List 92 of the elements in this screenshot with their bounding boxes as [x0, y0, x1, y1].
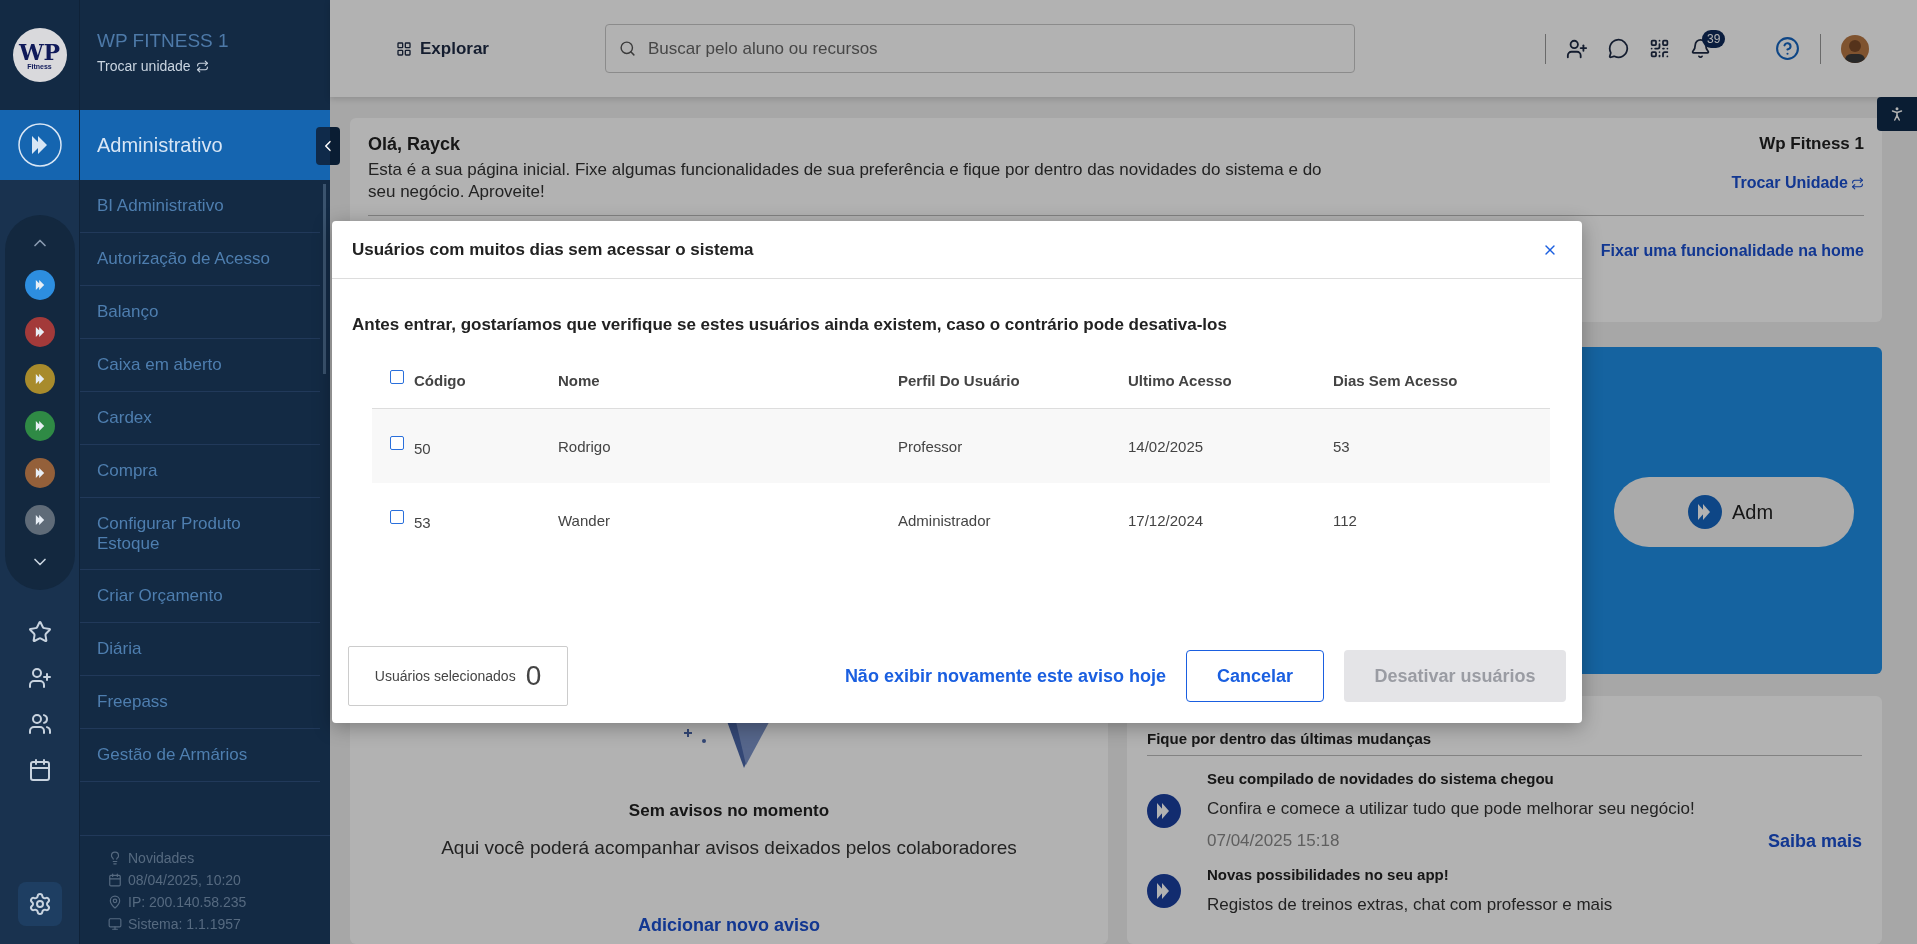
column-header: Dias Sem Acesso: [1333, 372, 1459, 389]
switch-unit-link[interactable]: Trocar unidade: [97, 58, 313, 74]
table-cell-text: 17/12/2024: [1128, 511, 1205, 529]
collapse-button[interactable]: [316, 127, 340, 165]
notification-badge: 39: [1702, 30, 1726, 48]
table-cell: 50: [414, 439, 431, 457]
calendar-icon[interactable]: [27, 758, 52, 782]
column-header: Ultimo Acesso: [1128, 372, 1233, 389]
module-icon: [1688, 495, 1722, 529]
module-dot[interactable]: [24, 270, 55, 300]
monitor-icon: [108, 917, 122, 931]
menu-item[interactable]: Diária: [80, 623, 320, 677]
settings-icon: [27, 892, 52, 916]
news-date: 07/04/2025 15:18: [1207, 831, 1340, 852]
notices-title: Sem avisos no momento: [628, 801, 830, 821]
selected-count: 0: [525, 660, 542, 692]
module-dot[interactable]: [24, 411, 55, 441]
help-icon[interactable]: [1775, 36, 1800, 61]
module-dot[interactable]: [24, 458, 55, 488]
swap-icon: [195, 59, 209, 73]
module-dot[interactable]: [24, 364, 55, 394]
welcome-text: Esta é a sua página inicial. Fixe algumas funcionalidades de sua preferência e fique por dentro das novidades do sistema e do seu negócio. Aproveite!: [368, 159, 1323, 204]
search-field[interactable]: Buscar pelo aluno ou recursos: [605, 24, 1355, 73]
swap-icon: [1851, 176, 1864, 190]
calendar-icon: [108, 873, 122, 887]
qr-code-icon[interactable]: [1649, 38, 1670, 59]
map-pin-icon: [108, 895, 122, 909]
table-cell-text: Wander: [558, 511, 611, 529]
menu-item[interactable]: Criar Orçamento: [80, 570, 320, 624]
column-header: Código: [414, 372, 466, 389]
switch-unit-link[interactable]: Trocar Unidade: [1731, 174, 1864, 192]
table-cell-text: Rodrigo: [558, 437, 612, 455]
notices-text: Aqui você poderá acompanhar avisos deixados pelos colaboradores: [441, 837, 1017, 859]
table-cell: 53: [414, 513, 431, 531]
lightbulb-icon: [108, 851, 122, 865]
users-icon[interactable]: [27, 712, 52, 736]
menu-item[interactable]: Cardex: [80, 392, 320, 445]
unit-name: WP FITNESS 1: [97, 30, 230, 52]
news-item-text: Confira e comece a utilizar tudo que pode melhorar seu negócio!: [1207, 799, 1696, 819]
menu-item[interactable]: Freepass: [80, 676, 320, 730]
pin-feature-link[interactable]: Fixar uma funcionalidade na home: [1600, 242, 1864, 261]
module-icon: [1147, 794, 1181, 828]
module-dot[interactable]: [24, 317, 55, 347]
menu-item[interactable]: Caixa em aberto: [80, 339, 320, 392]
menu-section-title[interactable]: Administrativo: [80, 110, 330, 180]
table-cell-text: Administrador: [898, 511, 992, 529]
star-icon[interactable]: [27, 620, 52, 644]
footer-text: IP: 200.140.58.235: [128, 894, 247, 910]
chat-icon[interactable]: [1608, 38, 1629, 59]
table-cell-text: 112: [1333, 511, 1358, 529]
user-plus-icon[interactable]: [1566, 37, 1588, 60]
settings-button[interactable]: [17, 882, 62, 926]
grid-icon: [396, 40, 412, 57]
news-item-title: Novas possibilidades no seu app!: [1207, 866, 1450, 883]
user-avatar[interactable]: [1841, 34, 1869, 63]
footer-text: 08/04/2025, 10:20: [128, 872, 241, 888]
select-all-checkbox[interactable]: [390, 369, 404, 384]
menu-item[interactable]: Configurar Produto Estoque: [80, 498, 320, 571]
menu-item[interactable]: Autorização de Acesso: [80, 233, 320, 286]
row-checkbox[interactable]: [390, 436, 404, 450]
greeting: Olá, Rayck: [368, 134, 462, 155]
accessibility-button[interactable]: [1877, 97, 1917, 131]
news-item-text: Registos de treinos extras, chat com professor e mais: [1207, 895, 1614, 915]
dialog-intro: Antes entrar, gostaríamos que verifique se estes usuários ainda existem, caso o contrário pode desativa-los: [352, 315, 1228, 335]
role-chip[interactable]: Adm: [1614, 477, 1854, 547]
add-notice-link[interactable]: Adicionar novo aviso: [637, 915, 820, 936]
table-cell-text: Professor: [898, 437, 964, 455]
read-more-link[interactable]: Saiba mais: [1767, 831, 1862, 852]
menu-item[interactable]: Gestão de Armários: [80, 729, 320, 783]
table-cell-text: 14/02/2025: [1128, 437, 1205, 455]
table-cell-text: 53: [1333, 437, 1351, 455]
module-icon: [1147, 873, 1181, 908]
column-header: Nome: [558, 372, 601, 389]
news-title: Fique por dentro das últimas mudanças: [1147, 730, 1862, 756]
row-checkbox[interactable]: [390, 510, 404, 524]
menu-item[interactable]: BI Administrativo: [80, 180, 320, 233]
module-icon[interactable]: [16, 122, 63, 168]
menu-item[interactable]: Balanço: [80, 286, 320, 339]
footer-text: Novidades: [128, 850, 195, 866]
role-label: Adm: [1732, 500, 1774, 524]
user-plus-icon[interactable]: [27, 666, 52, 690]
menu-item[interactable]: Compra: [80, 445, 320, 498]
selected-label: Usuários selecionados: [374, 668, 516, 684]
explore-button[interactable]: Explorar: [390, 37, 495, 60]
unit-name: Wp Fitness 1: [1759, 134, 1864, 154]
dialog-title: Usuários com muitos dias sem acessar o sistema: [352, 239, 754, 260]
dont-show-again-link[interactable]: Não exibir novamente este aviso hoje: [844, 665, 1166, 687]
footer-text: Sistema: 1.1.1957: [128, 916, 241, 932]
cancel-button[interactable]: Cancelar: [1186, 650, 1324, 702]
column-header: Perfil Do Usuário: [898, 372, 1021, 389]
news-item-title: Seu compilado de novidades do sistema chegou: [1207, 770, 1555, 787]
module-dot[interactable]: [24, 505, 55, 535]
